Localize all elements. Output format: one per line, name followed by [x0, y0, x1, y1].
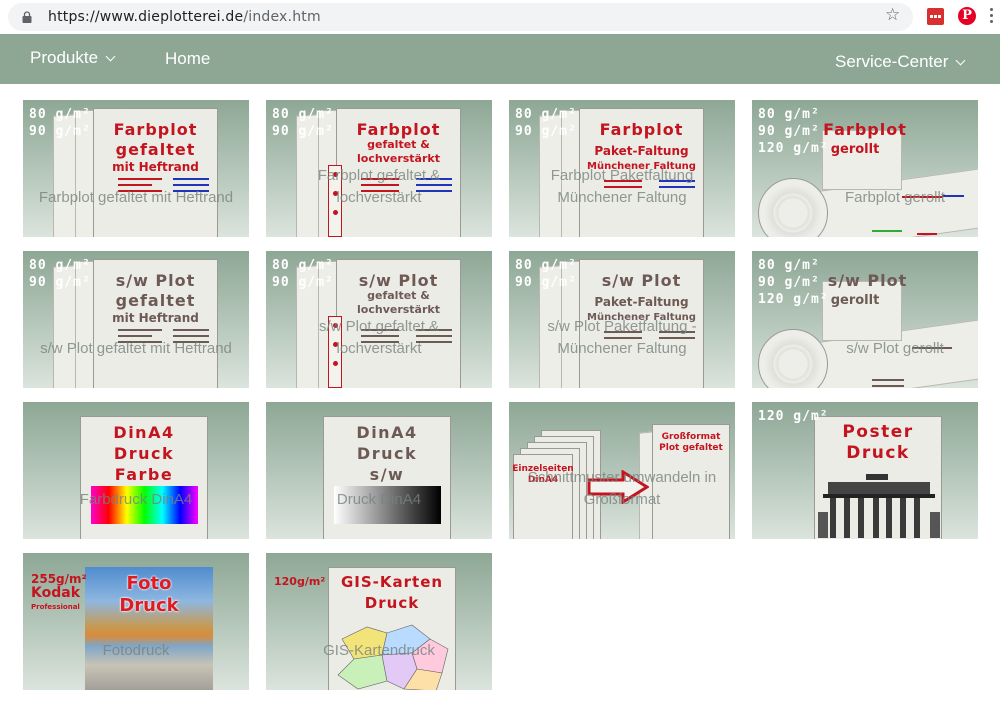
- bookmark-star-icon[interactable]: ☆: [885, 5, 900, 25]
- paper-weight: 80 g/m² 90 g/m²: [515, 258, 577, 290]
- paper-sheet: [822, 130, 902, 190]
- tile-title: s/w Plot: [358, 271, 439, 290]
- tile-subtitle: gerollt: [830, 142, 880, 157]
- paper-weight: 80 g/m² 90 g/m²: [515, 107, 577, 139]
- paper-weight: 80 g/m² 90 g/m²: [272, 107, 334, 139]
- product-tile-gis-karten[interactable]: 120g/m² GIS-Karten Druck GIS-Kartendruck: [266, 553, 492, 690]
- url-text: https://www.dieplotterei.de/index.htm: [48, 9, 321, 25]
- paper-weight: 80 g/m² 90 g/m²: [272, 258, 334, 290]
- browser-menu-icon[interactable]: [990, 8, 994, 26]
- nav-home-label: Home: [165, 49, 211, 68]
- product-tile-sw-lochverstaerkt[interactable]: 80 g/m² 90 g/m² s/w Plot gefaltet & lochve…: [266, 251, 492, 388]
- paper-sheet: [822, 281, 902, 341]
- tile-caption: Farbdruck DinA4: [79, 491, 193, 508]
- product-tile-farbplot-gerollt[interactable]: 80 g/m² 90 g/m² 120 g/m² Farbplot gerollt …: [752, 100, 978, 237]
- product-tile-farbplot-paketfaltung[interactable]: 80 g/m² 90 g/m² Farbplot Paket-Faltung Mün…: [509, 100, 735, 237]
- plot-lines: [872, 379, 904, 388]
- tile-title: s/w Plot: [601, 271, 682, 290]
- product-tile-sw-gerollt[interactable]: 80 g/m² 90 g/m² 120 g/m² s/w Plot gerollt …: [752, 251, 978, 388]
- nav-service-center[interactable]: Service-Center: [835, 52, 966, 72]
- product-tile-dina4-farbe[interactable]: DinA4 Druck Farbe Farbdruck DinA4: [23, 402, 249, 539]
- plot-lines: [917, 233, 937, 237]
- right-label: Großformat Plot gefaltet: [659, 432, 723, 453]
- tile-caption: GIS-Kartendruck: [323, 642, 435, 659]
- tile-caption: Farbplot gefaltet & lochverstärkt: [317, 167, 441, 206]
- paper-weight: 255g/m² Kodak Professional: [31, 572, 87, 611]
- tile-caption: s/w Plot gefaltet & lochverstärkt: [318, 318, 440, 357]
- product-tile-schnittmuster[interactable]: Einzelseiten DinA4 Großformat Plot gefalte…: [509, 402, 735, 539]
- extension-icon[interactable]: [927, 8, 944, 25]
- paper-weight: 80 g/m² 90 g/m² 120 g/m²: [758, 107, 829, 156]
- tile-caption: s/w Plot gerollt: [846, 340, 944, 357]
- plot-lines: [872, 230, 902, 236]
- nav-service-label: Service-Center: [835, 52, 949, 71]
- paper-weight: 120g/m²: [274, 575, 326, 588]
- tile-subtitle: mit Heftrand: [112, 160, 199, 174]
- tile-title: DinA4 Druck Farbe: [113, 423, 175, 484]
- nav-produkte[interactable]: Produkte: [30, 48, 116, 68]
- paper-weight: 80 g/m² 90 g/m² 120 g/m²: [758, 258, 829, 307]
- nav-home[interactable]: Home: [165, 49, 210, 69]
- pinterest-icon[interactable]: P: [958, 7, 976, 25]
- product-tile-fotodruck[interactable]: 255g/m² Kodak Professional Foto Druck Fotod…: [23, 553, 249, 690]
- product-tile-sw-paketfaltung[interactable]: 80 g/m² 90 g/m² s/w Plot Paket-Faltung Mün…: [509, 251, 735, 388]
- chevron-down-icon: [105, 51, 116, 62]
- tile-title: s/w Plot gefaltet: [115, 271, 196, 310]
- lock-icon: [22, 11, 32, 23]
- url-path: /index.htm: [243, 9, 321, 25]
- tile-caption: Farbplot gefaltet mit Heftrand: [38, 189, 234, 206]
- site-navigation: Produkte Home Service-Center: [0, 34, 1000, 84]
- paper-weight: 80 g/m² 90 g/m²: [29, 107, 91, 139]
- tile-caption: Fotodruck: [102, 642, 170, 659]
- tile-caption: Schnittmuster umwandeln in Großformat: [527, 469, 717, 508]
- tile-title: s/w Plot: [827, 271, 908, 290]
- chevron-down-icon: [955, 55, 966, 66]
- product-tile-sw-gefaltet-heftrand[interactable]: 80 g/m² 90 g/m² s/w Plot gefaltet mit Heft…: [23, 251, 249, 388]
- tile-title: DinA4 Druck s/w: [356, 423, 418, 484]
- tile-title: GIS-Karten Druck: [340, 573, 444, 612]
- tile-caption: s/w Plot Paketfaltung - Münchener Faltung: [547, 318, 697, 357]
- tile-title: Farbplot: [599, 120, 684, 139]
- tile-caption: Farbplot Paketfaltung Münchener Faltung: [550, 167, 694, 206]
- browser-toolbar: https://www.dieplotterei.de/index.htm ☆ …: [0, 0, 1000, 34]
- paper-weight: 80 g/m² 90 g/m²: [29, 258, 91, 290]
- nav-produkte-label: Produkte: [30, 48, 99, 67]
- tile-caption: s/w Plot gefaltet mit Heftrand: [40, 340, 232, 357]
- url-host: https://www.dieplotterei.de: [48, 9, 244, 25]
- tile-title: Foto Druck: [119, 573, 179, 616]
- tile-title: Farbplot gefaltet: [113, 120, 198, 159]
- tile-caption: Farbplot gerollt: [844, 189, 946, 206]
- tile-subtitle: gerollt: [830, 293, 880, 308]
- product-tile-farbplot-lochverstaerkt[interactable]: 80 g/m² 90 g/m² Farbplot gefaltet & lochve…: [266, 100, 492, 237]
- tile-subtitle: gefaltet & lochverstärkt: [357, 138, 440, 165]
- product-tile-farbplot-gefaltet-heftrand[interactable]: 80 g/m² 90 g/m² Farbplot gefaltet mit Heft…: [23, 100, 249, 237]
- tile-caption: Druck DinA4: [336, 491, 422, 508]
- address-bar[interactable]: https://www.dieplotterei.de/index.htm: [8, 3, 913, 31]
- tile-title: Farbplot: [823, 120, 907, 139]
- product-tile-poster[interactable]: 120 g/m² Poster Druck: [752, 402, 978, 539]
- tile-subtitle: mit Heftrand: [112, 311, 199, 325]
- tile-title: Farbplot: [356, 120, 441, 139]
- brandenburg-gate-image: [818, 474, 940, 538]
- product-tile-dina4-sw[interactable]: DinA4 Druck s/w Druck DinA4: [266, 402, 492, 539]
- tile-subtitle: gefaltet & lochverstärkt: [357, 289, 440, 316]
- tile-title: Poster Druck: [842, 422, 914, 463]
